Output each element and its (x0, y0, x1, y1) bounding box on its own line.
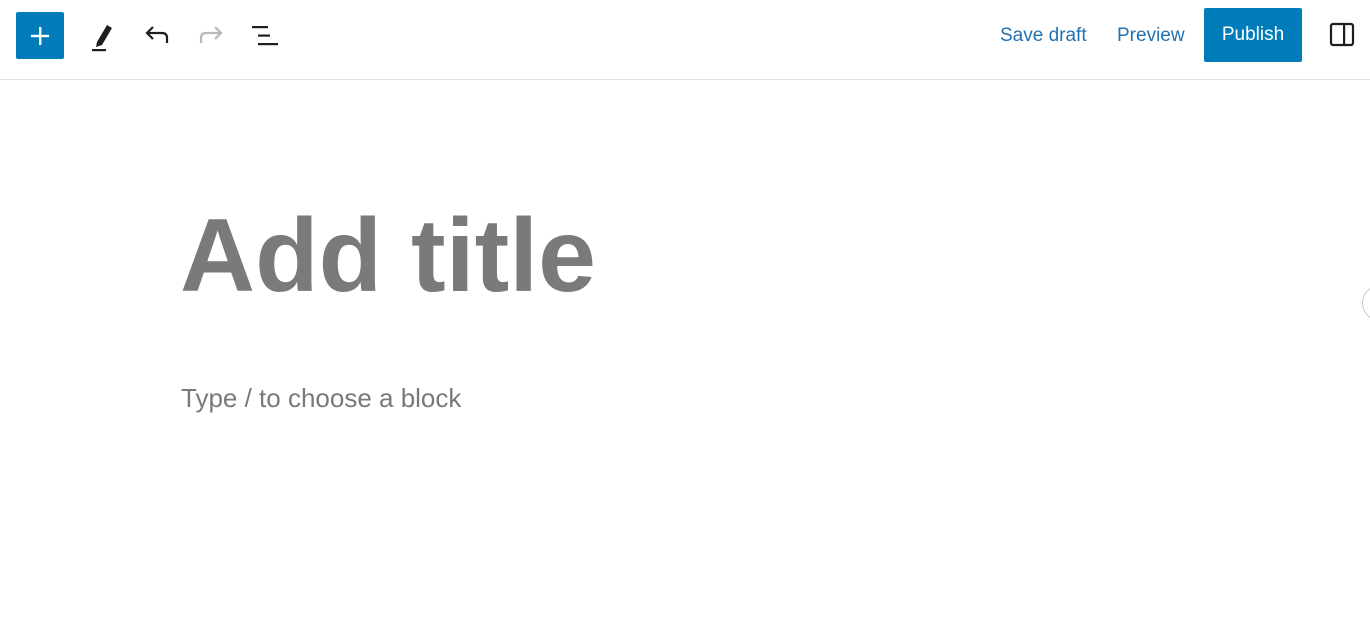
list-view-icon (250, 23, 280, 49)
preview-button[interactable]: Preview (1117, 22, 1185, 50)
editor-header: Save draft Preview Publish (0, 0, 1370, 80)
redo-button[interactable] (189, 14, 233, 58)
block-inserter-button[interactable] (16, 12, 64, 59)
list-view-button[interactable] (243, 14, 287, 58)
block-appender[interactable]: Type / to choose a block (181, 381, 461, 415)
post-title-field[interactable]: Add title (180, 196, 596, 316)
pencil-icon (87, 19, 117, 53)
sidebar-toggle-icon (1328, 21, 1356, 52)
plus-icon (29, 25, 51, 47)
redo-icon (196, 24, 226, 48)
tools-button[interactable] (80, 14, 124, 58)
edge-handle[interactable] (1362, 285, 1370, 321)
publish-button[interactable]: Publish (1204, 8, 1302, 62)
settings-button[interactable] (1320, 14, 1364, 58)
undo-button[interactable] (135, 14, 179, 58)
undo-icon (142, 24, 172, 48)
save-draft-button[interactable]: Save draft (1000, 22, 1087, 50)
